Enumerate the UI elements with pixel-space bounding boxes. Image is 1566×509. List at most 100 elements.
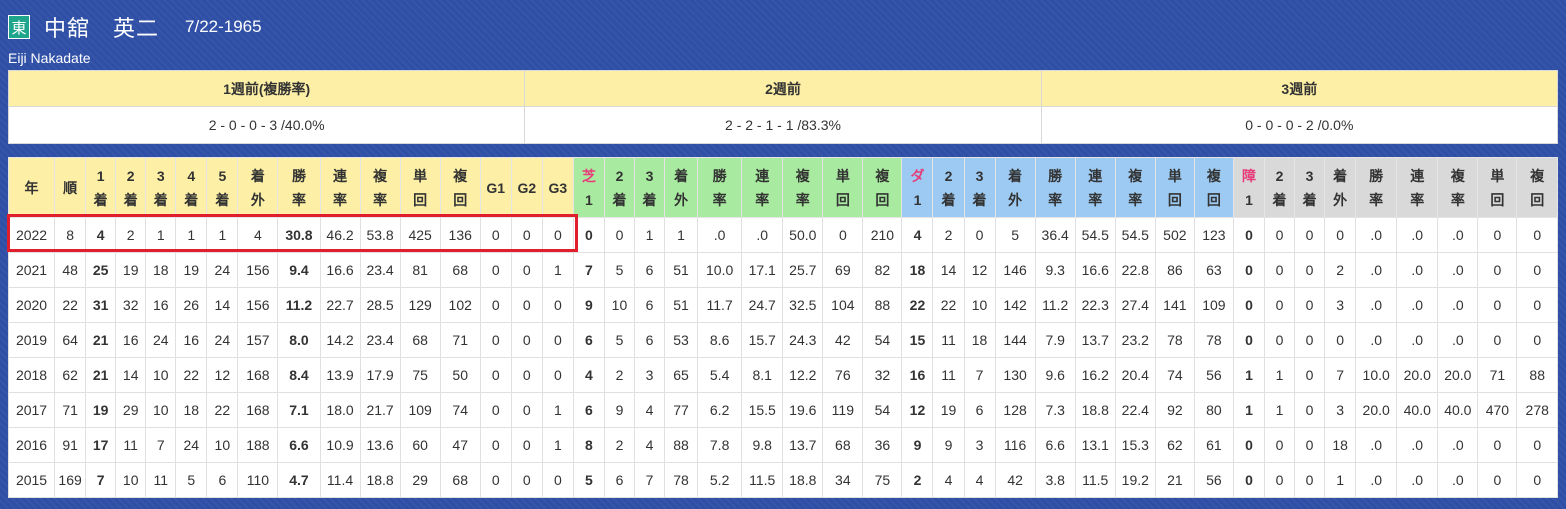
stats-row-2019: 2019 64 21 16 24 16 24 157 8.0 14.2 23.4 68 71 0 0 0 6 5 6… (7, 322, 1558, 358)
stats-cell: 12 (206, 357, 239, 393)
stats-cell: 0 (1516, 287, 1558, 323)
stats-cell: 0 (1516, 462, 1558, 498)
stats-cell: 29 (115, 392, 147, 428)
stats-year-cell: 2016 (7, 427, 56, 463)
stats-header-col-1: 順 (54, 157, 87, 218)
stats-header-col-27: 3着 (963, 157, 996, 218)
stats-cell: 74 (1154, 357, 1195, 393)
stats-header-col-38: 勝率 (1355, 157, 1398, 218)
stats-header-text: 着 (1302, 191, 1317, 208)
stats-header-col-4: 3着 (145, 157, 177, 218)
stats-cell: 14 (206, 287, 239, 323)
stats-cell: 1 (1232, 392, 1266, 428)
stats-cell: 1 (664, 217, 699, 253)
stats-cell: 11.4 (319, 462, 361, 498)
jockey-header: 東 中舘 英二 7/22-1965 (8, 12, 262, 42)
stats-cell: 0 (479, 392, 512, 428)
stats-header-text: 障 (1241, 167, 1256, 184)
stats-cell: 0 (1324, 322, 1357, 358)
stats-header-text: 2 (1275, 167, 1284, 184)
stats-cell: 11 (932, 357, 965, 393)
stats-cell: 4 (237, 217, 279, 253)
stats-cell: 0 (1516, 217, 1558, 253)
stats-cell: 18.8 (1074, 392, 1116, 428)
stats-row-2016: 2016 91 17 11 7 24 10 188 6.6 10.9 13.6 60 47 0 0 1 8 2 4 8… (7, 427, 1558, 463)
stats-header-text: 率 (755, 191, 770, 208)
stats-cell: 6 (633, 252, 666, 288)
stats-cell: 11 (115, 427, 147, 463)
stats-header-text: 率 (1450, 191, 1465, 208)
stats-header-col-22: 複率 (782, 157, 824, 218)
stats-header-col-41: 単回 (1477, 157, 1518, 218)
stats-cell: 19.2 (1114, 462, 1156, 498)
stats-cell: 5 (603, 322, 635, 358)
stats-header-text: 2 (615, 167, 624, 184)
stats-cell: 22.4 (1114, 392, 1156, 428)
stats-cell: .0 (1437, 322, 1479, 358)
stats-cell: 9.6 (1034, 357, 1076, 393)
tozai-badge: 東 (8, 15, 30, 39)
stats-header-text: 率 (1410, 191, 1425, 208)
stats-cell: 1 (541, 252, 574, 288)
week-2-value: 2 - 2 - 1 - 1 /83.3% (524, 106, 1042, 144)
stats-cell: 4 (963, 462, 996, 498)
stats-cell: 30.8 (277, 217, 321, 253)
stats-cell: 1 (633, 217, 666, 253)
stats-cell: 2 (932, 217, 965, 253)
stats-header-text: 回 (413, 191, 428, 208)
stats-year-cell: 2022 (7, 217, 56, 253)
stats-cell: 50.0 (782, 217, 824, 253)
stats-cell: .0 (1396, 217, 1439, 253)
stats-cell: 11.5 (1074, 462, 1116, 498)
stats-header-col-18: 3着 (633, 157, 666, 218)
stats-cell: 8.1 (741, 357, 784, 393)
stats-cell: 142 (994, 287, 1036, 323)
stats-cell: 11.2 (1034, 287, 1076, 323)
stats-header-col-9: 連率 (319, 157, 361, 218)
stats-header-text: ダ (910, 167, 925, 184)
stats-header-text: 外 (250, 191, 265, 208)
stats-cell: 7 (85, 462, 117, 498)
stats-cell: 0 (1477, 322, 1518, 358)
stats-cell: 116 (994, 427, 1036, 463)
stats-cell: 20.4 (1114, 357, 1156, 393)
stats-header-col-31: 複率 (1114, 157, 1156, 218)
stats-cell: 0 (1232, 427, 1266, 463)
stats-cell: .0 (1355, 287, 1398, 323)
stats-header-text: 着 (184, 191, 199, 208)
stats-cell: 77 (664, 392, 699, 428)
stats-cell: 0 (1477, 252, 1518, 288)
stats-header-col-5: 4着 (175, 157, 208, 218)
stats-cell: 0 (510, 357, 543, 393)
stats-cell: 18 (1324, 427, 1357, 463)
stats-cell: 6 (572, 392, 605, 428)
stats-header-col-25: ダ1 (901, 157, 934, 218)
stats-header-col-32: 単回 (1154, 157, 1195, 218)
stats-cell: 156 (237, 287, 279, 323)
stats-cell: 18 (175, 392, 208, 428)
jockey-birthdate: 7/22-1965 (185, 17, 262, 36)
stats-header-text: 1 (1245, 191, 1253, 208)
stats-cell: 47 (439, 427, 481, 463)
stats-header-text: 回 (1530, 191, 1545, 208)
stats-row-2021: 2021 48 25 19 18 19 24 156 9.4 16.6 23.4 81 68 0 0 1 7 5 6… (7, 252, 1558, 288)
stats-row-2020: 2020 22 31 32 16 26 14 156 11.2 22.7 28.5 129 102 0 0 0… (7, 287, 1558, 323)
stats-header-col-23: 単回 (822, 157, 864, 218)
stats-cell: 31 (85, 287, 117, 323)
stats-cell: 64 (54, 322, 87, 358)
stats-header-text: 2 (126, 167, 135, 184)
stats-cell: 0 (1263, 427, 1296, 463)
stats-cell: 7.9 (1034, 322, 1076, 358)
stats-header-text: 複 (453, 167, 468, 184)
stats-cell: 123 (1193, 217, 1234, 253)
stats-cell: 18.8 (359, 462, 401, 498)
stats-cell: .0 (741, 217, 784, 253)
stats-cell: 13.1 (1074, 427, 1116, 463)
stats-cell: 7 (572, 252, 605, 288)
recent-weeks-header-row: 1週前(複勝率) 2週前 3週前 (7, 70, 1559, 107)
stats-cell: 15.5 (741, 392, 784, 428)
stats-header-text: 率 (1088, 191, 1103, 208)
stats-cell: 18 (963, 322, 996, 358)
stats-header-text: 着 (674, 167, 689, 184)
stats-cell: 68 (439, 252, 481, 288)
